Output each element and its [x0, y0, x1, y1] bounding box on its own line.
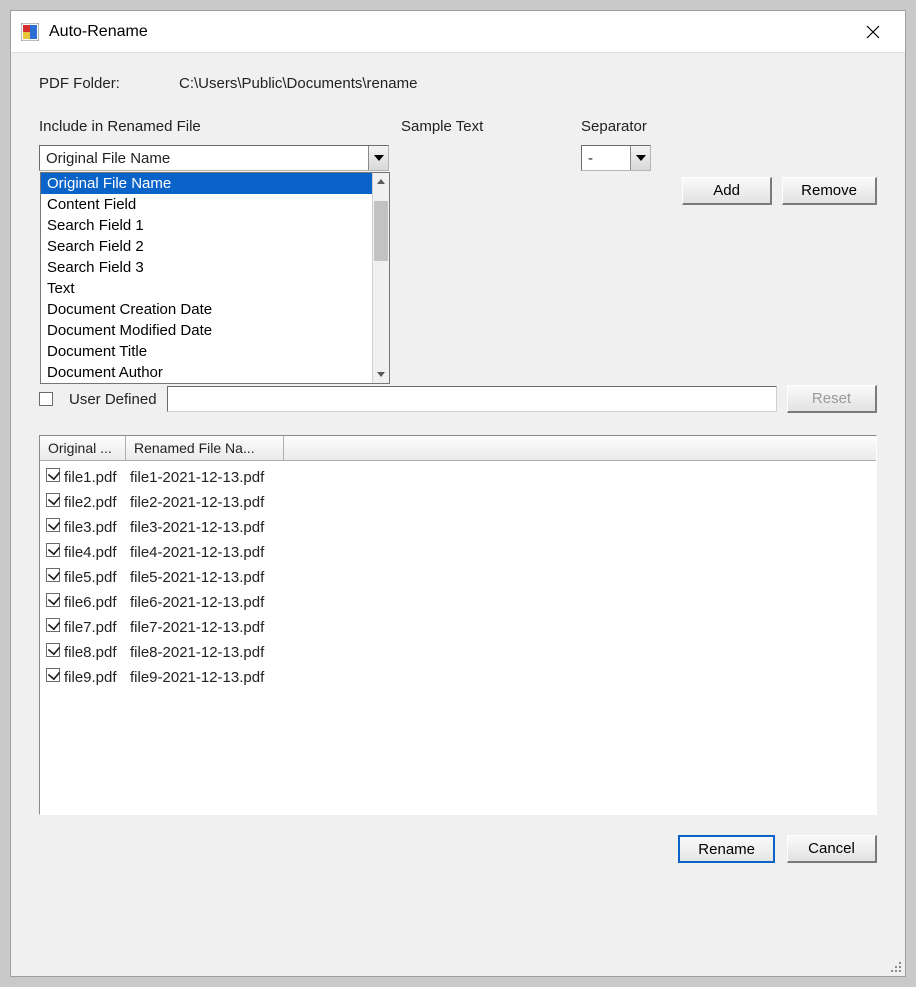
renamed-filename: file9-2021-12-13.pdf: [130, 665, 264, 690]
pdf-folder-path: C:\Users\Public\Documents\rename: [179, 75, 417, 92]
column-original[interactable]: Original ...: [40, 436, 126, 460]
include-option[interactable]: Document Modified Date: [41, 320, 372, 341]
separator-combo-value: -: [582, 150, 630, 167]
renamed-filename: file6-2021-12-13.pdf: [130, 590, 264, 615]
table-row[interactable]: file3.pdffile3-2021-12-13.pdf: [40, 515, 876, 540]
original-filename: file1.pdf: [64, 465, 130, 490]
original-filename: file4.pdf: [64, 540, 130, 565]
renamed-filename: file4-2021-12-13.pdf: [130, 540, 264, 565]
include-option[interactable]: Document Title: [41, 341, 372, 362]
row-checkbox[interactable]: [46, 668, 60, 682]
cancel-button[interactable]: Cancel: [787, 835, 877, 863]
sample-text-label: Sample Text: [401, 118, 581, 135]
include-option[interactable]: Search Field 3: [41, 257, 372, 278]
reset-button[interactable]: Reset: [787, 385, 877, 413]
table-row[interactable]: file6.pdffile6-2021-12-13.pdf: [40, 590, 876, 615]
table-row[interactable]: file7.pdffile7-2021-12-13.pdf: [40, 615, 876, 640]
titlebar: Auto-Rename: [11, 11, 905, 53]
include-option[interactable]: Document Creation Date: [41, 299, 372, 320]
renamed-filename: file5-2021-12-13.pdf: [130, 565, 264, 590]
table-row[interactable]: file1.pdffile1-2021-12-13.pdf: [40, 465, 876, 490]
rename-button[interactable]: Rename: [678, 835, 775, 863]
separator-label: Separator: [581, 118, 647, 135]
resize-grip-icon[interactable]: [885, 956, 903, 974]
app-icon: [21, 23, 39, 41]
original-filename: file2.pdf: [64, 490, 130, 515]
row-checkbox[interactable]: [46, 518, 60, 532]
include-option[interactable]: Document Author: [41, 362, 372, 383]
row-checkbox[interactable]: [46, 468, 60, 482]
include-option[interactable]: Search Field 1: [41, 215, 372, 236]
include-combo-button[interactable]: [368, 146, 388, 170]
user-defined-input[interactable]: [167, 386, 777, 412]
table-row[interactable]: file9.pdffile9-2021-12-13.pdf: [40, 665, 876, 690]
listview-header: Original ... Renamed File Na...: [40, 436, 876, 461]
separator-combo-button[interactable]: [630, 146, 650, 170]
original-filename: file5.pdf: [64, 565, 130, 590]
row-checkbox[interactable]: [46, 493, 60, 507]
file-listview: Original ... Renamed File Na... file1.pd…: [39, 435, 877, 815]
row-checkbox[interactable]: [46, 543, 60, 557]
user-defined-checkbox[interactable]: [39, 392, 53, 406]
include-option[interactable]: Search Field 2: [41, 236, 372, 257]
original-filename: file6.pdf: [64, 590, 130, 615]
pdf-folder-row: PDF Folder: C:\Users\Public\Documents\re…: [39, 75, 877, 92]
window-title: Auto-Rename: [49, 23, 851, 41]
renamed-filename: file3-2021-12-13.pdf: [130, 515, 264, 540]
original-filename: file8.pdf: [64, 640, 130, 665]
column-renamed[interactable]: Renamed File Na...: [126, 436, 284, 460]
row-checkbox[interactable]: [46, 643, 60, 657]
scroll-down-arrow-icon[interactable]: [373, 366, 389, 383]
close-button[interactable]: [851, 17, 895, 47]
original-filename: file3.pdf: [64, 515, 130, 540]
table-row[interactable]: file2.pdffile2-2021-12-13.pdf: [40, 490, 876, 515]
row-checkbox[interactable]: [46, 618, 60, 632]
renamed-filename: file2-2021-12-13.pdf: [130, 490, 264, 515]
include-option[interactable]: Content Field: [41, 194, 372, 215]
auto-rename-dialog: Auto-Rename PDF Folder: C:\Users\Public\…: [10, 10, 906, 977]
table-row[interactable]: file5.pdffile5-2021-12-13.pdf: [40, 565, 876, 590]
renamed-filename: file7-2021-12-13.pdf: [130, 615, 264, 640]
scroll-thumb[interactable]: [374, 201, 388, 261]
include-option[interactable]: Original File Name: [41, 173, 372, 194]
include-combo[interactable]: Original File Name Original File NameCon…: [39, 145, 389, 171]
original-filename: file7.pdf: [64, 615, 130, 640]
include-option[interactable]: Text: [41, 278, 372, 299]
row-checkbox[interactable]: [46, 568, 60, 582]
pdf-folder-label: PDF Folder:: [39, 75, 179, 92]
user-defined-label: User Defined: [69, 391, 157, 408]
table-row[interactable]: file8.pdffile8-2021-12-13.pdf: [40, 640, 876, 665]
row-checkbox[interactable]: [46, 593, 60, 607]
dropdown-scrollbar[interactable]: [372, 173, 389, 383]
include-combo-value: Original File Name: [40, 150, 368, 167]
renamed-filename: file8-2021-12-13.pdf: [130, 640, 264, 665]
table-row[interactable]: file4.pdffile4-2021-12-13.pdf: [40, 540, 876, 565]
section-headers: Include in Renamed File Sample Text Sepa…: [39, 118, 877, 135]
separator-combo[interactable]: -: [581, 145, 651, 171]
scroll-up-arrow-icon[interactable]: [373, 173, 389, 190]
renamed-filename: file1-2021-12-13.pdf: [130, 465, 264, 490]
include-label: Include in Renamed File: [39, 118, 401, 135]
include-dropdown: Original File NameContent FieldSearch Fi…: [40, 172, 390, 384]
remove-button[interactable]: Remove: [782, 177, 877, 205]
add-button[interactable]: Add: [682, 177, 772, 205]
original-filename: file9.pdf: [64, 665, 130, 690]
